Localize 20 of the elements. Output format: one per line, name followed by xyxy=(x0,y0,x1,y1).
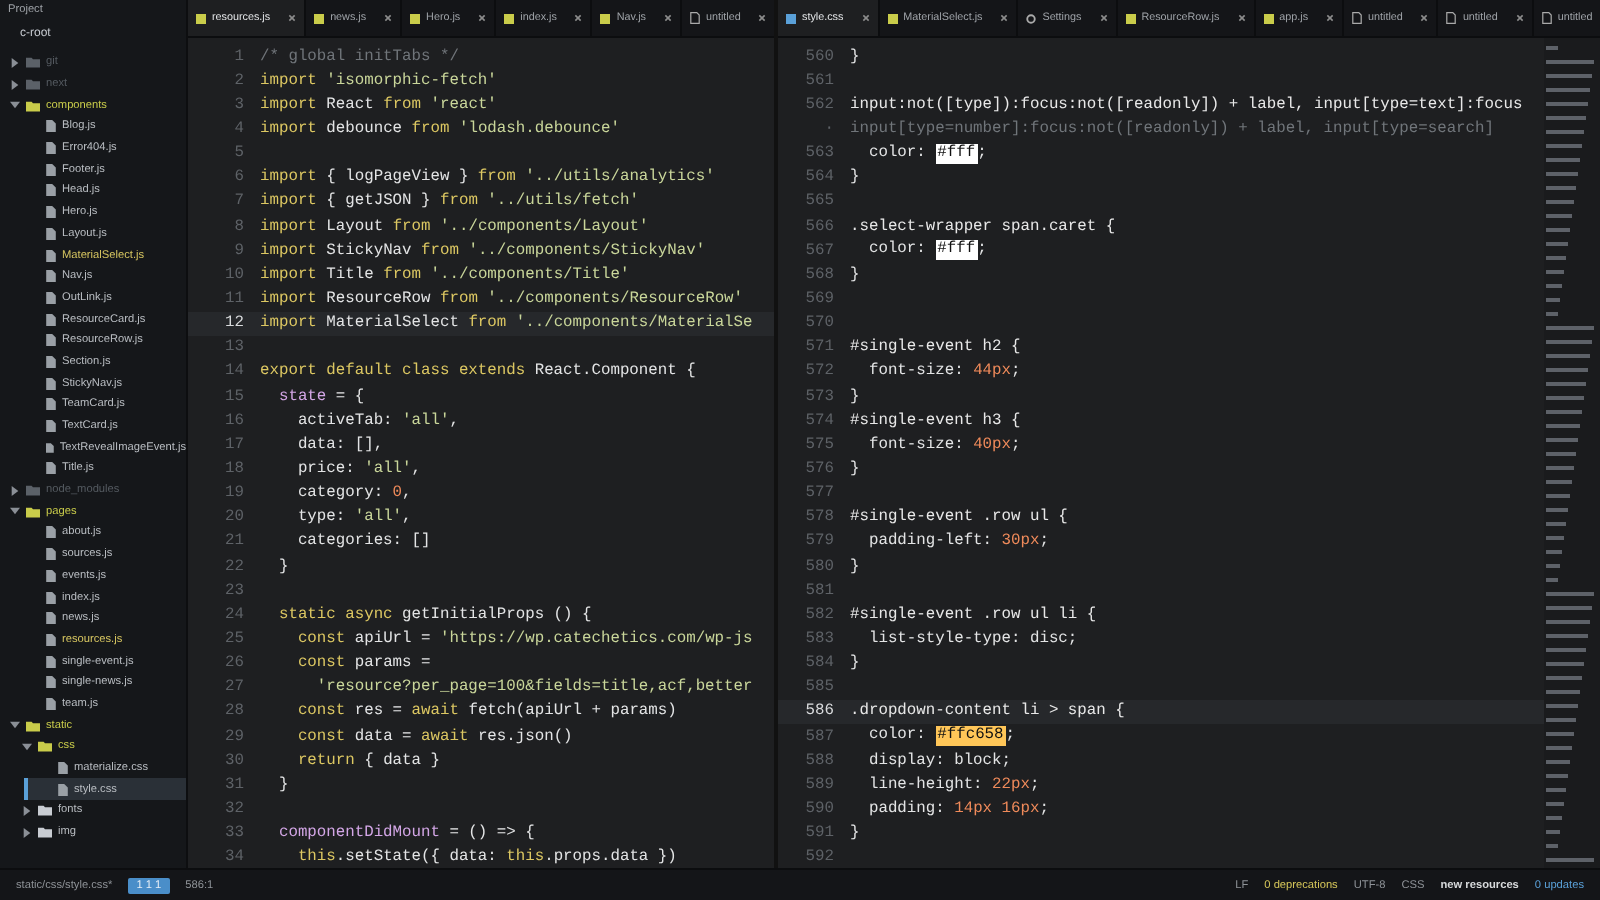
close-icon[interactable] xyxy=(384,14,393,22)
caret-right-icon xyxy=(10,485,20,496)
close-icon[interactable] xyxy=(574,14,583,22)
close-icon[interactable] xyxy=(1099,14,1108,22)
document-icon xyxy=(689,12,700,24)
caret-down-icon xyxy=(10,100,20,111)
close-icon[interactable] xyxy=(758,14,767,22)
close-icon[interactable] xyxy=(663,14,672,22)
document-icon xyxy=(1352,12,1363,24)
caret-down-icon xyxy=(10,506,20,517)
close-icon[interactable] xyxy=(1237,14,1246,22)
close-icon[interactable] xyxy=(1326,14,1335,22)
close-icon[interactable] xyxy=(861,14,870,22)
document-icon xyxy=(1541,12,1552,24)
close-icon[interactable] xyxy=(1515,14,1524,22)
close-icon[interactable] xyxy=(1000,14,1009,22)
close-icon[interactable] xyxy=(1420,14,1429,22)
document-icon xyxy=(1446,12,1457,24)
close-icon[interactable] xyxy=(288,14,297,22)
close-icon[interactable] xyxy=(478,14,487,22)
